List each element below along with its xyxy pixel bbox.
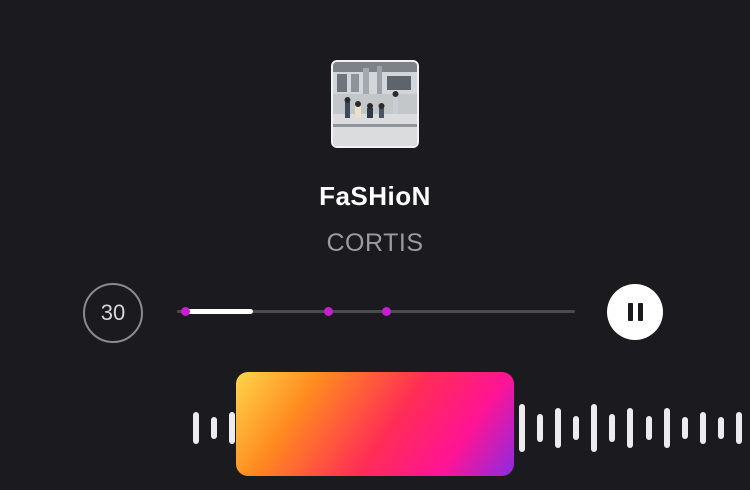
song-title: FaSHioN [319, 181, 431, 211]
waveform-bar [193, 412, 199, 444]
progress-marker [180, 307, 190, 316]
clip-duration-label: 30 [100, 300, 126, 325]
clip-selection-window [241, 377, 509, 471]
clip-duration-button[interactable]: 30 [83, 283, 143, 343]
waveform-bar [229, 412, 236, 444]
progress-fill [184, 309, 253, 314]
waveform-bar [591, 404, 598, 452]
waveform-bar [699, 412, 706, 444]
waveform-bar [627, 408, 634, 448]
waveform-bar [736, 412, 742, 444]
waveform-bar [609, 414, 616, 442]
waveform-bar [536, 414, 543, 442]
waveform-bar [573, 416, 580, 440]
progress-track[interactable] [177, 307, 575, 316]
waveform-bar [663, 408, 670, 448]
music-sticker-editor: FaSHioN CORTIS 30 [0, 0, 750, 490]
waveform-bar [717, 417, 724, 439]
progress-marker [324, 307, 334, 316]
waveform-bar [645, 416, 652, 440]
album-cover-image [333, 62, 417, 146]
pause-button[interactable] [607, 284, 663, 340]
waveform-bar [555, 408, 561, 448]
waveform-bar [518, 404, 525, 452]
artist-name: CORTIS [326, 229, 424, 257]
clip-selection-frame[interactable] [236, 372, 514, 476]
album-art [331, 60, 419, 148]
progress-marker [381, 307, 391, 316]
waveform-bar [211, 417, 218, 439]
waveform-bar [681, 417, 688, 439]
pause-icon [627, 303, 643, 321]
